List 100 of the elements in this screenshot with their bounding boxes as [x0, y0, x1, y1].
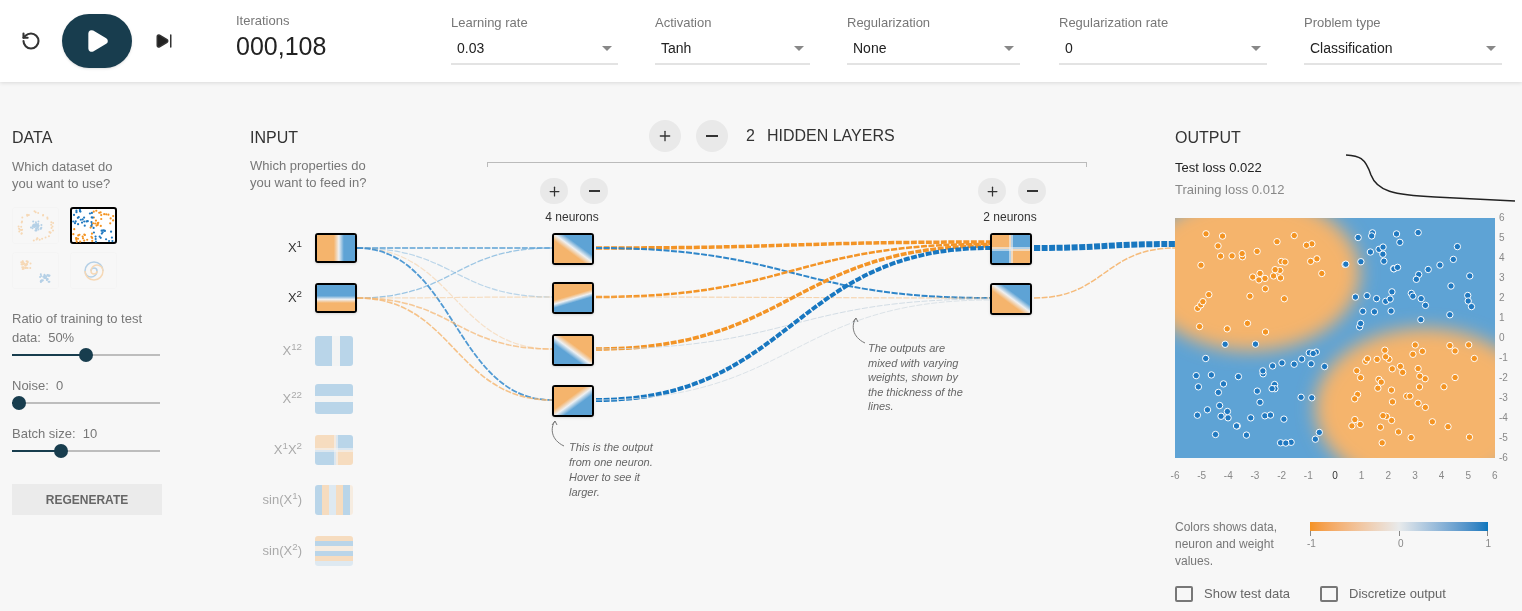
axis-tick-label: 1 [1357, 469, 1366, 483]
step-icon [155, 32, 173, 50]
slider-label: Ratio of training to test data: 50% [12, 310, 144, 347]
scale-tick-label: 1 [1485, 537, 1491, 551]
annotation-arrow [851, 317, 867, 345]
annotation-note: This is the output from one neuron. Hover to see it larger. [569, 440, 654, 500]
slider-label: Noise: 0 [12, 377, 65, 395]
slider-track[interactable] [12, 396, 160, 410]
dropdown-label: Problem type [1304, 13, 1382, 32]
axis-tick-label: 1 [1499, 312, 1506, 324]
axis-tick-label: -5 [1196, 469, 1208, 483]
neuron-node[interactable] [552, 233, 594, 265]
checkbox[interactable] [1175, 585, 1193, 602]
slider-thumb[interactable] [12, 396, 26, 410]
dropdown-label: Learning rate [451, 13, 529, 32]
axis-tick-label: -2 [1499, 372, 1508, 384]
add-layer-button[interactable] [649, 120, 681, 152]
feature-label: X$^{1}$ [286, 238, 302, 258]
remove-neuron-button[interactable] [580, 178, 608, 204]
checkbox[interactable] [1320, 585, 1338, 602]
minus-icon [1026, 190, 1038, 192]
axis-tick-label: 6 [1491, 469, 1499, 483]
dropdown-label: Regularization [847, 13, 932, 32]
scale-tick-label: -1 [1307, 537, 1316, 551]
dropdown-select[interactable]: 0 [1059, 38, 1267, 66]
neuron-node[interactable] [552, 282, 594, 314]
dataset-thumbnail[interactable] [70, 207, 117, 244]
remove-neuron-button[interactable] [1018, 178, 1046, 204]
iterations-value: 000,108 [236, 30, 328, 61]
add-neuron-button[interactable] [978, 178, 1006, 204]
feature-node[interactable] [315, 233, 357, 263]
iterations-label: Iterations [236, 12, 291, 31]
neuron-count: 4 neurons [544, 209, 600, 226]
feature-label: X$^{22}$ [281, 389, 302, 409]
regenerate-button[interactable]: REGENERATE [12, 484, 162, 515]
feature-label: sin(X$^{1}$) [261, 490, 302, 510]
neuron-node[interactable] [552, 334, 594, 366]
axis-tick-label: -6 [1499, 452, 1508, 464]
caret-icon [1004, 46, 1014, 52]
slider-thumb[interactable] [53, 444, 68, 458]
neuron-node[interactable] [990, 283, 1032, 315]
axis-tick-label: 4 [1499, 252, 1506, 264]
slider-thumb[interactable] [79, 348, 93, 362]
checkbox-label: Discretize output [1349, 585, 1446, 603]
axis-tick-label: -4 [1499, 412, 1508, 424]
dropdown-select[interactable]: Classification [1304, 38, 1502, 66]
caret-icon [1486, 46, 1496, 52]
axis-tick-label: 3 [1499, 272, 1506, 284]
caret-icon [602, 46, 612, 52]
color-legend-text: Colors shows data, neuron and weight values. [1175, 519, 1279, 570]
feature-label: X$^{1}$X$^{2}$ [272, 440, 302, 460]
training-loss: Training loss 0.012 [1175, 180, 1286, 199]
axis-tick-label: 0 [1499, 332, 1506, 344]
add-neuron-button[interactable] [540, 178, 568, 204]
axis-tick-label: 5 [1499, 232, 1506, 244]
caret-icon [794, 46, 804, 52]
axis-tick-label: 5 [1464, 469, 1472, 483]
feature-node[interactable] [315, 283, 357, 313]
axis-tick-label: 0 [1331, 469, 1339, 483]
section-description: Which properties do you want to feed in? [250, 157, 368, 191]
neuron-node[interactable] [552, 385, 594, 417]
hidden-layers-title: HIDDEN LAYERS [766, 126, 895, 146]
plus-icon [657, 128, 673, 144]
dropdown-select[interactable]: Tanh [655, 38, 810, 66]
axis-tick-label: -6 [1169, 469, 1181, 483]
axis-tick-label: -3 [1499, 392, 1508, 404]
neuron-count: 2 neurons [982, 209, 1038, 226]
remove-layer-button[interactable] [696, 120, 728, 152]
axis-tick-label: -4 [1222, 469, 1234, 483]
play-button[interactable] [62, 14, 132, 68]
slider-track[interactable] [12, 444, 160, 458]
slider-label: Batch size: 10 [12, 425, 99, 443]
axis-tick-label: -2 [1276, 469, 1288, 483]
neuron-node[interactable] [990, 233, 1032, 265]
plus-icon [984, 183, 1000, 199]
dropdown-select[interactable]: 0.03 [451, 38, 618, 66]
slider-track[interactable] [12, 348, 160, 362]
axis-tick-label: 2 [1499, 292, 1506, 304]
caret-icon [1251, 46, 1261, 52]
plus-icon [546, 183, 562, 199]
annotation-arrow [550, 420, 566, 448]
axis-tick-label: 3 [1411, 469, 1419, 483]
section-description: Which dataset do you want to use? [12, 158, 114, 192]
reset-icon [21, 31, 41, 51]
axis-tick-label: -5 [1499, 432, 1508, 444]
axis-tick-label: 6 [1499, 212, 1506, 224]
annotation-note: The outputs are mixed with varying weights, shown by the thickness of the lines. [868, 341, 964, 414]
dropdown-select[interactable]: None [847, 38, 1020, 66]
axis-tick-label: -1 [1499, 352, 1508, 364]
section-title: DATA [12, 129, 54, 147]
axis-tick-label: -3 [1249, 469, 1261, 483]
feature-label: X$^{2}$ [286, 288, 302, 308]
scale-tick-label: 0 [1397, 537, 1404, 551]
dropdown-label: Regularization rate [1059, 13, 1170, 32]
axis-tick-label: -1 [1302, 469, 1314, 483]
feature-label: X$^{12}$ [281, 341, 302, 361]
section-title: INPUT [250, 129, 298, 147]
feature-label: sin(X$^{2}$) [261, 541, 302, 561]
test-loss: Test loss 0.022 [1175, 159, 1263, 177]
checkbox-label: Show test data [1204, 585, 1290, 603]
